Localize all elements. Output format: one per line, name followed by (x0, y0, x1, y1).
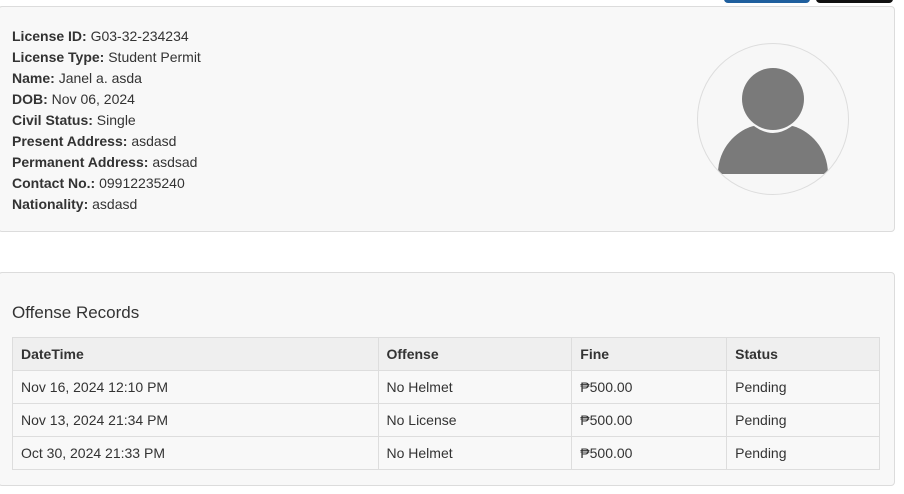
civil-status-value: Single (96, 112, 136, 128)
license-type-label: License Type: (12, 49, 105, 65)
civil-status-label: Civil Status: (12, 112, 93, 128)
license-id-value: G03-32-234234 (90, 28, 189, 44)
license-type-row: License Type: Student Permit (12, 48, 201, 69)
cell-datetime: Oct 30, 2024 21:33 PM (12, 436, 379, 470)
license-id-row: License ID: G03-32-234234 (12, 27, 201, 48)
cell-offense: No Helmet (377, 370, 573, 404)
permanent-address-label: Permanent Address: (12, 154, 149, 170)
table-row: Nov 16, 2024 12:10 PM No Helmet ₱500.00 … (12, 370, 880, 404)
contact-no-value: 09912235240 (99, 175, 185, 191)
cell-fine: ₱500.00 (571, 403, 728, 437)
nationality-label: Nationality: (12, 196, 89, 212)
secondary-action-button[interactable] (816, 0, 893, 3)
contact-no-row: Contact No.: 09912235240 (12, 174, 201, 195)
cell-datetime: Nov 16, 2024 12:10 PM (12, 370, 379, 404)
table-header-row: DateTime Offense Fine Status (12, 337, 880, 371)
license-type-value: Student Permit (108, 49, 201, 65)
table-row: Nov 13, 2024 21:34 PM No License ₱500.00… (12, 403, 880, 437)
cell-offense: No Helmet (377, 436, 573, 470)
nationality-value: asdasd (92, 196, 138, 212)
cell-fine: ₱500.00 (571, 370, 728, 404)
name-value: Janel a. asda (58, 70, 142, 86)
cell-offense: No License (377, 403, 573, 437)
civil-status-row: Civil Status: Single (12, 111, 201, 132)
present-address-row: Present Address: asdasd (12, 132, 201, 153)
cell-status: Pending (726, 403, 880, 437)
top-action-buttons (724, 0, 893, 3)
column-header-datetime: DateTime (12, 337, 379, 371)
present-address-value: asdasd (131, 133, 177, 149)
present-address-label: Present Address: (12, 133, 128, 149)
column-header-fine: Fine (571, 337, 728, 371)
table-row: Oct 30, 2024 21:33 PM No Helmet ₱500.00 … (12, 436, 880, 470)
column-header-status: Status (726, 337, 880, 371)
license-id-label: License ID: (12, 28, 87, 44)
license-info-card: License ID: G03-32-234234 License Type: … (0, 6, 895, 232)
contact-no-label: Contact No.: (12, 175, 96, 191)
nationality-row: Nationality: asdasd (12, 195, 201, 216)
cell-status: Pending (726, 436, 880, 470)
offense-records-title: Offense Records (12, 303, 140, 322)
dob-value: Nov 06, 2024 (51, 91, 135, 107)
offense-records-table: DateTime Offense Fine Status Nov 16, 202… (12, 337, 880, 470)
dob-label: DOB: (12, 91, 48, 107)
permanent-address-value: asdsad (152, 154, 198, 170)
offense-records-card: Offense Records DateTime Offense Fine St… (0, 272, 895, 486)
permanent-address-row: Permanent Address: asdsad (12, 153, 201, 174)
column-header-offense: Offense (377, 337, 573, 371)
name-row: Name: Janel a. asda (12, 69, 201, 90)
cell-status: Pending (726, 370, 880, 404)
primary-action-button[interactable] (724, 0, 810, 3)
cell-datetime: Nov 13, 2024 21:34 PM (12, 403, 379, 437)
license-info-list: License ID: G03-32-234234 License Type: … (12, 27, 201, 216)
cell-fine: ₱500.00 (571, 436, 728, 470)
dob-row: DOB: Nov 06, 2024 (12, 90, 201, 111)
profile-avatar (697, 43, 849, 195)
name-label: Name: (12, 70, 55, 86)
user-silhouette-icon (718, 63, 828, 174)
